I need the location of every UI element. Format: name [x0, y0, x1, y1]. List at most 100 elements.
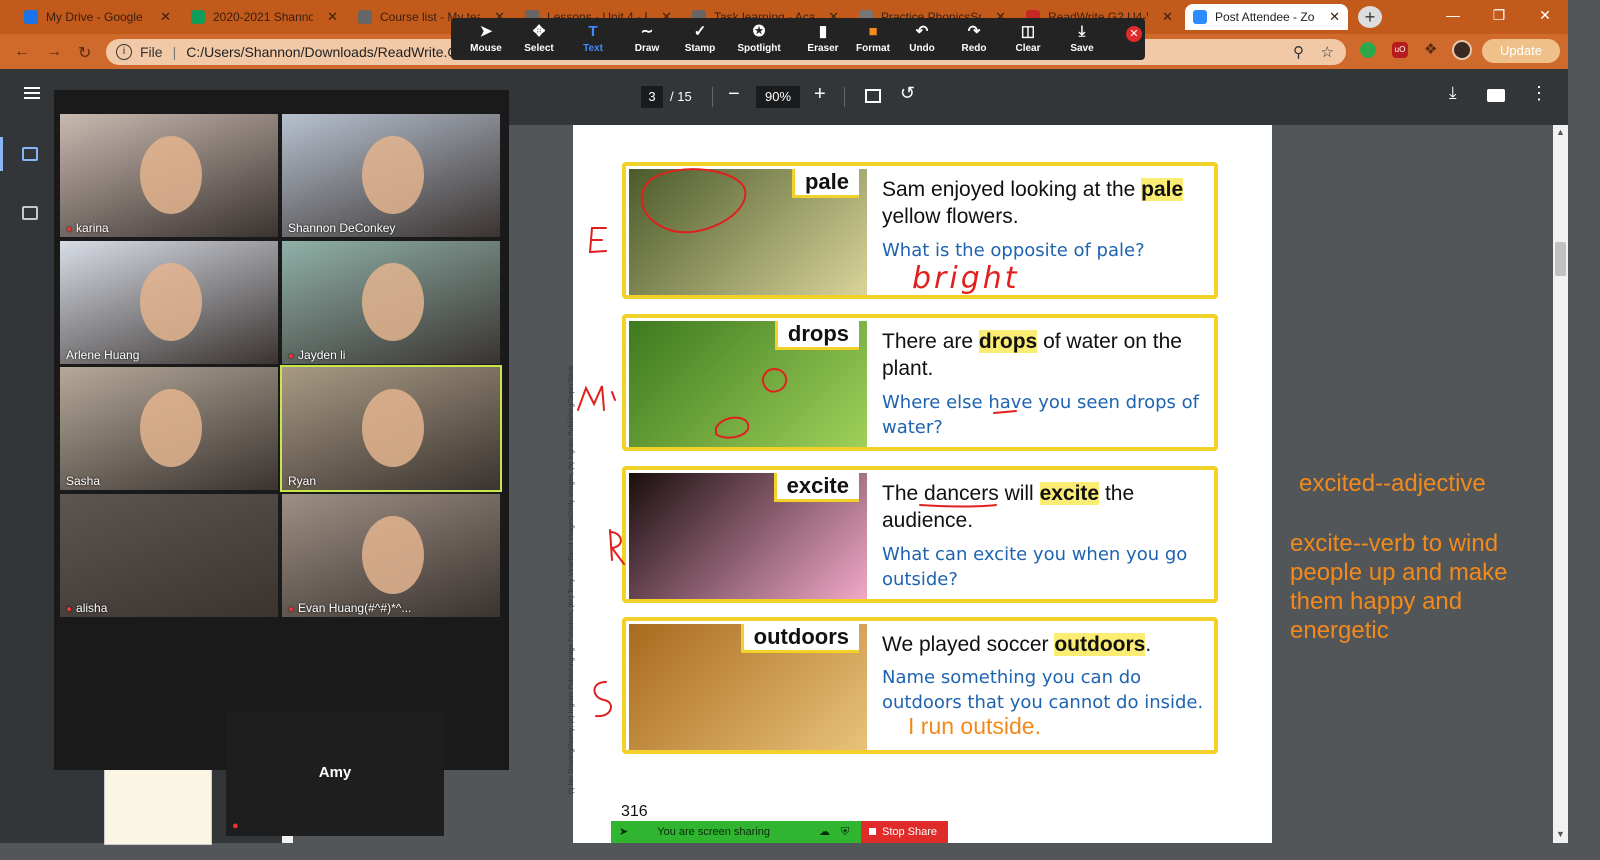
close-tab-icon[interactable]: ✕	[160, 9, 171, 25]
participant-name-text: Arlene Huang	[66, 347, 140, 362]
zoom-level[interactable]: 90%	[756, 86, 800, 108]
annotate-tool-draw[interactable]: ∼ Draw	[622, 18, 672, 60]
sharing-status: ➤ You are screen sharing ☁ ⛨	[611, 821, 861, 843]
close-tab-icon[interactable]: ✕	[1329, 9, 1340, 25]
minimize-button[interactable]: —	[1430, 2, 1476, 28]
url-text: C:/Users/Shannon/Downloads/ReadWrite.G2.	[186, 44, 470, 60]
annotate-toolbar: ➤ Mouse ✥ Select T Text ∼ Draw ✓ Stamp ✪ Spotlight ▮…	[451, 18, 1145, 60]
scroll-down-arrow[interactable]: ▼	[1556, 829, 1565, 839]
annotate-tool-select[interactable]: ✥ Select	[514, 18, 564, 60]
example-sentence: We played soccer outdoors.	[882, 631, 1202, 658]
participant-tile[interactable]: ● Jayden li	[282, 240, 500, 364]
browser-tab[interactable]: Post Attendee - Zoo ✕	[1185, 4, 1348, 30]
new-tab-button[interactable]: +	[1358, 6, 1382, 28]
highlighted-word: excite	[1039, 482, 1100, 505]
annotate-tool-label: Stamp	[684, 43, 716, 54]
muted-mic-icon: ●	[232, 820, 239, 832]
annotate-tool-label: Text	[583, 43, 603, 54]
stop-share-label: Stop Share	[882, 826, 938, 838]
close-tab-icon[interactable]: ✕	[327, 9, 338, 25]
participant-name-text: Jayden li	[298, 347, 346, 362]
annotate-tool-spotlight[interactable]: ✪ Spotlight	[734, 18, 784, 60]
back-icon[interactable]: ←	[14, 43, 30, 61]
sharing-status-text: You are screen sharing	[657, 826, 771, 838]
participant-tile[interactable]: Ryan	[280, 365, 502, 492]
participant-tile[interactable]: ● Evan Huang(#^#)*^...	[282, 493, 500, 617]
annotate-tool-clear[interactable]: ◫ Clear	[1003, 18, 1053, 60]
shield-icon: ⛨	[841, 826, 850, 838]
profile-avatar[interactable]	[1452, 40, 1472, 60]
bookmark-star-icon[interactable]: ☆	[1321, 43, 1334, 61]
close-annotate-icon[interactable]: ✕	[1126, 26, 1142, 42]
download-icon[interactable]: ⤓	[1449, 83, 1457, 103]
participant-tile[interactable]: ● alisha	[60, 493, 278, 617]
annotate-tool-mouse[interactable]: ➤ Mouse	[461, 18, 511, 60]
url-scheme-label: File	[140, 44, 163, 60]
zoom-icon[interactable]: ⚲	[1293, 43, 1304, 61]
pdf-scrollbar[interactable]: ▲ ▼	[1553, 125, 1568, 843]
annotate-tool-eraser[interactable]: ▮ Eraser	[798, 18, 848, 60]
participant-tile[interactable]: ● karina	[60, 114, 278, 237]
scroll-thumb[interactable]	[1555, 242, 1566, 276]
ublock-icon[interactable]: uO	[1392, 42, 1408, 58]
puzzle-extensions-icon[interactable]: ❖	[1424, 40, 1437, 58]
tab-title: 2020-2021 Shannon	[213, 10, 313, 24]
annotate-tool-label: Undo	[909, 43, 935, 54]
annotate-tool-stamp[interactable]: ✓ Stamp	[675, 18, 725, 60]
close-tab-icon[interactable]: ✕	[1162, 9, 1173, 25]
rail-active-indicator	[0, 137, 3, 171]
participant-tile-amy[interactable]: Amy ●	[226, 712, 444, 836]
annotate-tool-save[interactable]: ⤓ Save	[1057, 18, 1107, 60]
annotate-tool-label: Spotlight	[737, 43, 781, 54]
annotate-tool-text[interactable]: T Text	[568, 18, 618, 60]
fit-page-icon[interactable]	[865, 89, 881, 103]
pdf-menu-icon[interactable]	[24, 87, 40, 99]
forward-icon[interactable]: →	[46, 43, 62, 61]
undo-icon: ↶	[915, 23, 929, 40]
save-icon: ⤓	[1078, 23, 1086, 40]
favicon-icon	[191, 10, 205, 24]
participant-tile[interactable]: Shannon DeConkey	[282, 114, 500, 237]
page-number: 316	[621, 803, 648, 820]
annotate-tool-format[interactable]: ■ Format	[848, 18, 898, 60]
update-button[interactable]: Update	[1482, 39, 1560, 63]
more-options-icon[interactable]: ⋮	[1530, 83, 1548, 104]
thumbnails-icon[interactable]	[22, 147, 38, 161]
annotate-tool-label: Save	[1070, 43, 1094, 54]
reload-icon[interactable]: ↻	[78, 43, 91, 63]
participant-name-text: alisha	[76, 600, 108, 615]
participant-video	[362, 389, 424, 467]
outline-icon[interactable]	[22, 206, 38, 220]
sentence-text: Sam enjoyed looking at the	[882, 178, 1142, 201]
print-icon[interactable]	[1487, 89, 1505, 102]
participant-name: ● Evan Huang(#^#)*^...	[288, 601, 411, 615]
rotate-icon[interactable]: ↺	[900, 83, 915, 104]
annotate-tool-undo[interactable]: ↶ Undo	[897, 18, 947, 60]
participant-name: Sasha	[66, 474, 100, 488]
page-number-input[interactable]: 3	[641, 86, 663, 108]
discussion-question: Where else have you seen drops of water?	[882, 392, 1199, 438]
participant-video	[362, 136, 424, 214]
example-sentence: Sam enjoyed looking at the pale yellow f…	[882, 176, 1202, 230]
highlighted-word: drops	[978, 330, 1038, 353]
annotate-tool-label: Format	[856, 43, 890, 54]
participant-tile[interactable]: Sasha	[60, 367, 278, 490]
zoom-out-icon[interactable]: −	[728, 83, 740, 106]
stop-share-button[interactable]: Stop Share	[861, 821, 948, 843]
muted-mic-icon: ●	[288, 603, 295, 615]
participant-tile[interactable]: Arlene Huang	[60, 240, 278, 364]
scroll-up-arrow[interactable]: ▲	[1556, 127, 1565, 137]
participant-name: Ryan	[288, 474, 316, 488]
participant-video	[140, 136, 202, 214]
annotate-tool-redo[interactable]: ↷ Redo	[949, 18, 999, 60]
vocab-photo: excite	[629, 473, 867, 599]
page-thumbnail[interactable]	[104, 768, 212, 845]
browser-tab[interactable]: My Drive - Google D ✕	[16, 4, 179, 30]
info-icon: i	[116, 44, 132, 60]
extension-icon[interactable]	[1360, 42, 1376, 58]
zoom-in-icon[interactable]: +	[814, 83, 826, 106]
browser-tab[interactable]: 2020-2021 Shannon ✕	[183, 4, 346, 30]
restore-button[interactable]: ❐	[1476, 2, 1522, 28]
close-window-button[interactable]: ✕	[1522, 2, 1568, 28]
highlighted-word: pale	[1141, 178, 1184, 201]
